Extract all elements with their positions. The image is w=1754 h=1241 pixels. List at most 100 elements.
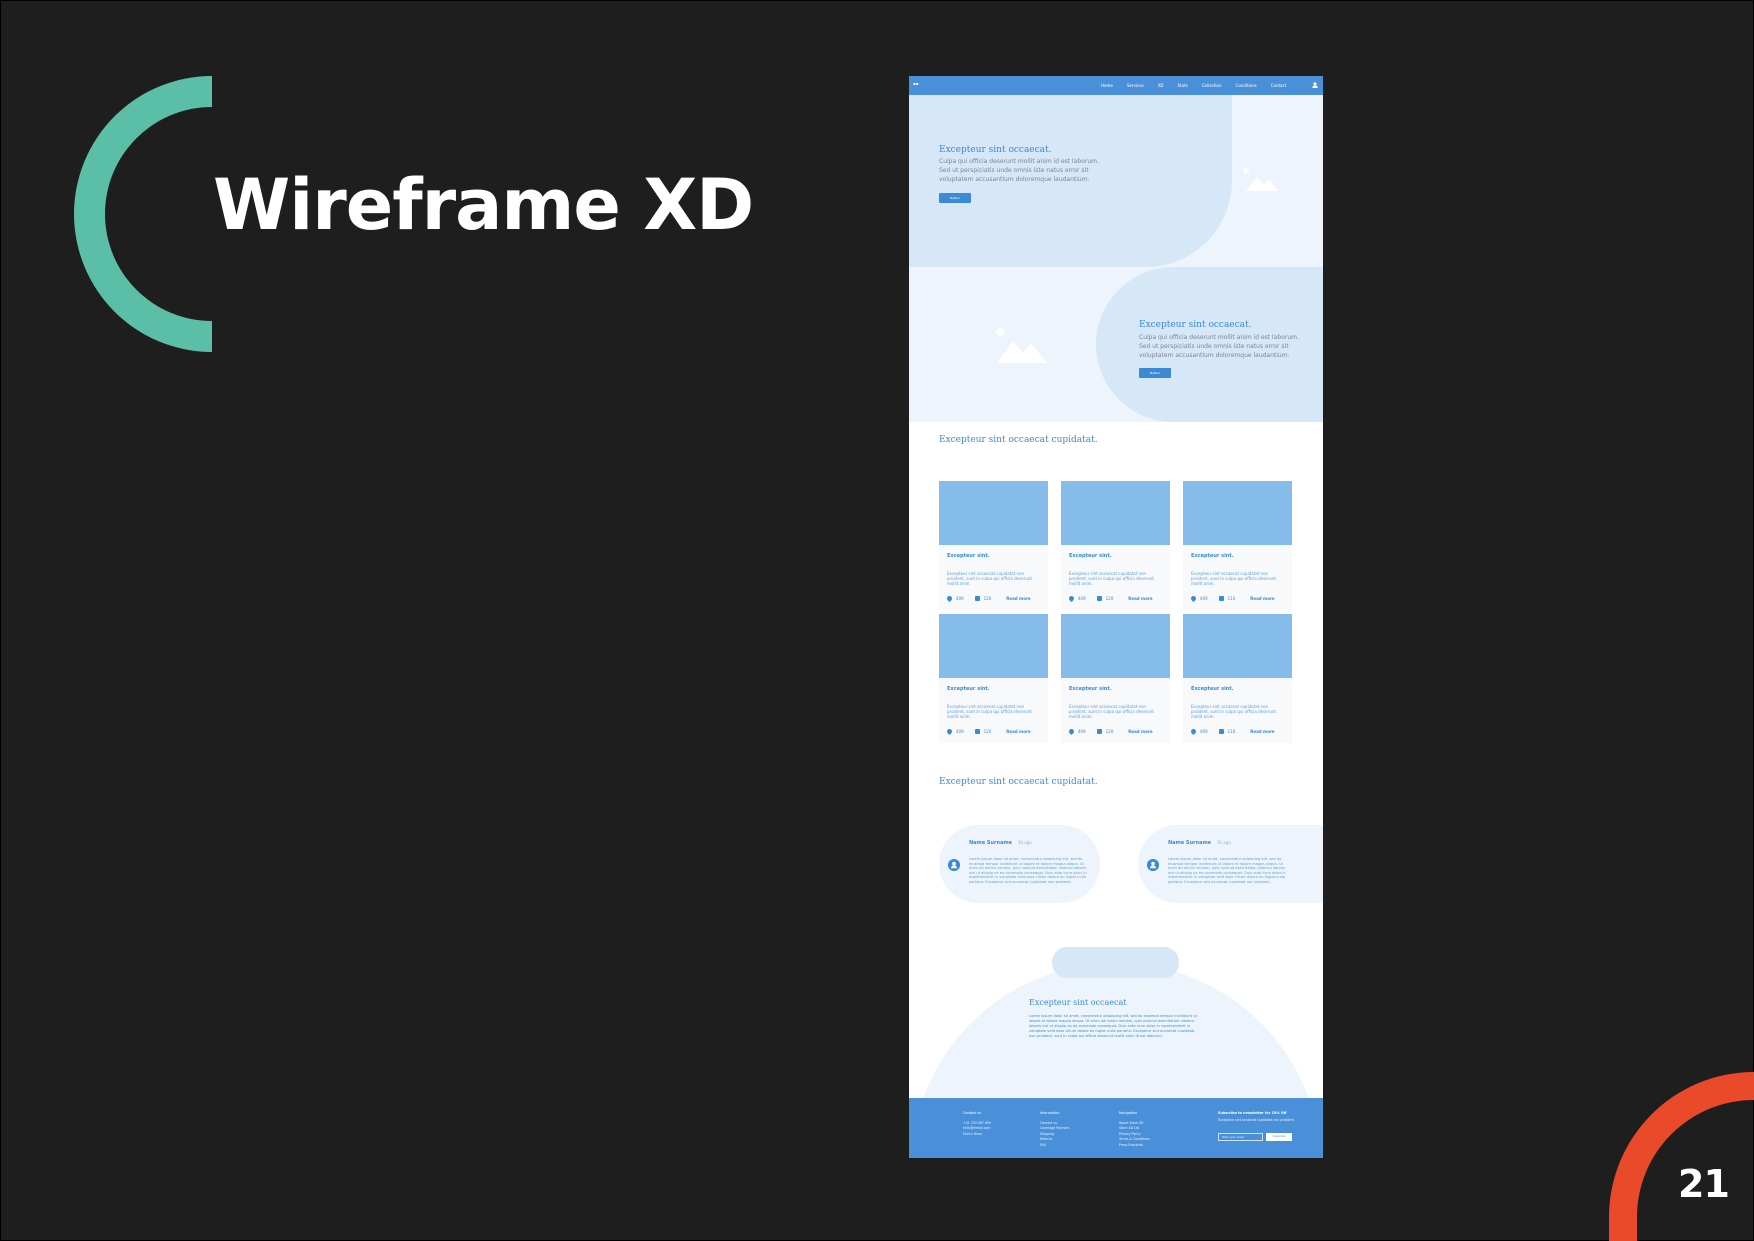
- testimonial-text: Lorem ipsum dolor sit amet, consectetur …: [1168, 857, 1286, 884]
- footer-item[interactable]: FAQ: [1040, 1143, 1070, 1148]
- comment-icon[interactable]: [1218, 596, 1224, 601]
- card-meta: 409 120 Read more: [945, 727, 1031, 736]
- card-likes: 409: [956, 596, 964, 601]
- nav-link-conditions[interactable]: Conditions: [1236, 83, 1257, 88]
- image-placeholder-icon: [996, 328, 1047, 363]
- card-image-placeholder: [939, 481, 1048, 545]
- read-more-link[interactable]: Read more: [1250, 596, 1274, 601]
- article-card[interactable]: Excepteur sint. Excepteur sint occaecat …: [1061, 481, 1170, 610]
- newsletter-email-input[interactable]: Enter your email: [1218, 1133, 1263, 1141]
- hero-2-text-line-3: voluptatem accusantium doloremque laudan…: [1139, 352, 1290, 359]
- card-text: Excepteur sint occaecat cupidatat non pr…: [1191, 571, 1276, 586]
- newsletter-subtext: Excepteur sint occaecat cupidatat non pr…: [1218, 1118, 1295, 1122]
- nav-link-collection[interactable]: Collection: [1202, 83, 1222, 88]
- card-comments: 120: [1105, 596, 1114, 601]
- heart-icon[interactable]: [945, 594, 954, 603]
- card-comments: 120: [983, 729, 992, 734]
- nav-link-contact[interactable]: Contact: [1271, 83, 1287, 88]
- card-title: Excepteur sint.: [1191, 553, 1234, 559]
- hero-1-text-line-2: Sed ut perspiciatis unde omnis iste natu…: [939, 167, 1089, 174]
- footer-newsletter: Subscribe to newsletter for 10% Off Exce…: [1218, 1111, 1295, 1123]
- card-title: Excepteur sint.: [1069, 686, 1112, 692]
- nav-link-services[interactable]: Services: [1127, 83, 1144, 88]
- nav-link-stats[interactable]: Stats: [1178, 83, 1188, 88]
- card-meta: 409 110 Read more: [1189, 727, 1275, 736]
- footer-item[interactable]: Find a Store: [963, 1132, 991, 1137]
- card-text: Excepteur sint occaecat cupidatat non pr…: [947, 704, 1032, 719]
- cta-pill-shape: [1052, 947, 1179, 978]
- card-meta: 409 110 Read more: [1189, 594, 1275, 603]
- heart-icon[interactable]: [1067, 727, 1076, 736]
- card-text: Excepteur sint occaecat cupidatat non pr…: [1191, 704, 1276, 719]
- card-image-placeholder: [939, 614, 1048, 678]
- card-likes: 409: [1200, 729, 1208, 734]
- cards-section-title: Excepteur sint occaecat cupidatat.: [939, 435, 1098, 445]
- hero-2-button[interactable]: Button: [1139, 368, 1171, 378]
- comment-icon[interactable]: [1096, 596, 1102, 601]
- comment-icon[interactable]: [1218, 729, 1224, 734]
- hero-1-text-line-3: voluptatem accusantium doloremque laudan…: [939, 176, 1090, 183]
- testimonial-name: Name Surname: [1168, 840, 1212, 846]
- card-comments: 120: [1105, 729, 1114, 734]
- red-arc-decoration: [1609, 1072, 1754, 1241]
- footer-item[interactable]: Press Enquiries: [1119, 1143, 1150, 1148]
- heart-icon[interactable]: [1189, 594, 1198, 603]
- heart-icon[interactable]: [945, 727, 954, 736]
- card-text: Excepteur sint occaecat cupidatat non pr…: [947, 571, 1032, 586]
- comment-icon[interactable]: [974, 596, 980, 601]
- footer-heading: Navigation: [1119, 1111, 1138, 1115]
- hero-1-title: Excepteur sint occaecat.: [939, 145, 1052, 155]
- comment-icon[interactable]: [1096, 729, 1102, 734]
- comment-icon[interactable]: [974, 729, 980, 734]
- subscribe-button[interactable]: Subscribe: [1266, 1133, 1292, 1141]
- cta-title: Excepteur sint occaecat: [1029, 998, 1127, 1007]
- hero-1-text-line-1: Culpa qui officia deserunt mollit anim i…: [939, 158, 1099, 165]
- user-icon[interactable]: [1312, 82, 1318, 88]
- footer-column-navigation: Navigation About Store XD Store XD Ltd P…: [1119, 1111, 1150, 1148]
- heart-icon[interactable]: [1067, 594, 1076, 603]
- footer-heading: Information: [1040, 1111, 1060, 1115]
- card-likes: 409: [1078, 596, 1086, 601]
- image-placeholder-icon: [1243, 168, 1278, 191]
- footer-column-information: Information Contact us Coverage Partners…: [1040, 1111, 1070, 1148]
- slide-number: 21: [1678, 1162, 1730, 1206]
- read-more-link[interactable]: Read more: [1250, 729, 1274, 734]
- testimonial-name: Name Surname: [969, 840, 1013, 846]
- card-comments: 110: [1227, 596, 1236, 601]
- card-likes: 409: [956, 729, 964, 734]
- hero-2-text-line-1: Culpa qui officia deserunt mollit anim i…: [1139, 334, 1299, 341]
- article-card[interactable]: Excepteur sint. Excepteur sint occaecat …: [1061, 614, 1170, 743]
- article-card[interactable]: Excepteur sint. Excepteur sint occaecat …: [1183, 614, 1292, 743]
- read-more-link[interactable]: Read more: [1006, 729, 1030, 734]
- article-card[interactable]: Excepteur sint. Excepteur sint occaecat …: [939, 481, 1048, 610]
- card-title: Excepteur sint.: [947, 686, 990, 692]
- footer-item[interactable]: Terms & Conditions: [1119, 1137, 1150, 1142]
- wireframe-footer: Contact us +01 234 567 890 hello@email.c…: [909, 1098, 1323, 1158]
- read-more-link[interactable]: Read more: [1128, 596, 1152, 601]
- article-card[interactable]: Excepteur sint. Excepteur sint occaecat …: [939, 614, 1048, 743]
- card-title: Excepteur sint.: [1191, 686, 1234, 692]
- card-comments: 120: [983, 596, 992, 601]
- wireframe-navbar: ▪▪ Home Services XD Stats Collection Con…: [909, 76, 1323, 95]
- card-title: Excepteur sint.: [947, 553, 990, 559]
- read-more-link[interactable]: Read more: [1006, 596, 1030, 601]
- card-meta: 409 120 Read more: [1067, 727, 1153, 736]
- hero-1-button[interactable]: Button: [939, 193, 971, 203]
- card-text: Excepteur sint occaecat cupidatat non pr…: [1069, 571, 1154, 586]
- avatar-icon: [1147, 859, 1159, 871]
- hero-2-title: Excepteur sint occaecat.: [1139, 320, 1252, 330]
- testimonial-time: 1h ago: [1018, 840, 1032, 845]
- heart-icon[interactable]: [1189, 727, 1198, 736]
- wireframe-logo[interactable]: ▪▪: [913, 81, 918, 86]
- testimonial-card: Name Surname 1h ago Lorem ipsum dolor si…: [939, 825, 1100, 903]
- article-card[interactable]: Excepteur sint. Excepteur sint occaecat …: [1183, 481, 1292, 610]
- nav-link-xd[interactable]: XD: [1158, 83, 1164, 88]
- read-more-link[interactable]: Read more: [1128, 729, 1152, 734]
- nav-link-home[interactable]: Home: [1101, 83, 1113, 88]
- card-title: Excepteur sint.: [1069, 553, 1112, 559]
- wireframe-artboard: ▪▪ Home Services XD Stats Collection Con…: [909, 76, 1323, 1158]
- hero-section-2: Excepteur sint occaecat. Culpa qui offic…: [909, 267, 1323, 422]
- card-image-placeholder: [1061, 481, 1170, 545]
- card-image-placeholder: [1183, 481, 1292, 545]
- card-comments: 110: [1227, 729, 1236, 734]
